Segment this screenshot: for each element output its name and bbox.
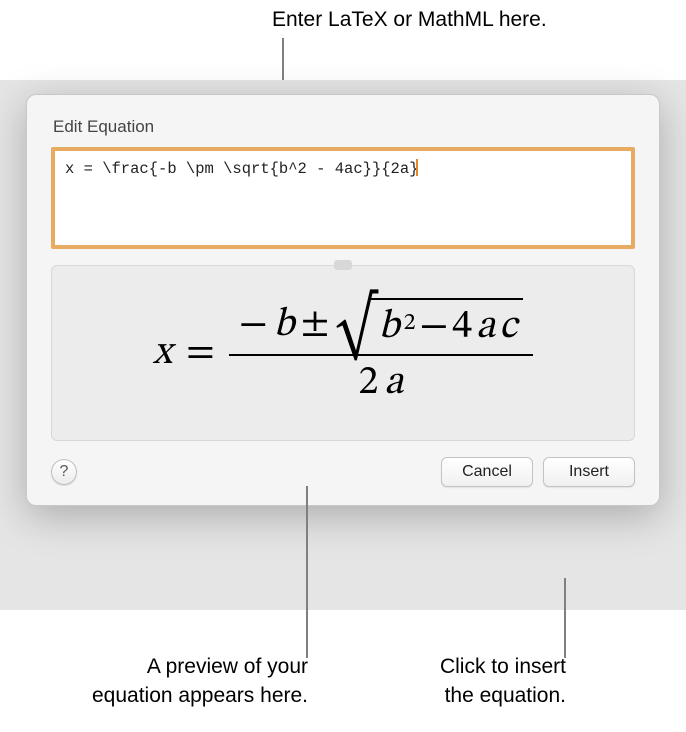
eq-den-a: a (384, 358, 403, 408)
eq-den-two: 2 (358, 358, 378, 408)
equation-input[interactable]: x = \frac{-b \pm \sqrt{b^2 - 4ac}}{2a} (51, 147, 635, 249)
eq-pm: ± (301, 300, 330, 350)
callout-preview: A preview of yourequation appears here. (68, 653, 308, 710)
eq-equals: = (186, 328, 215, 378)
callout-input: Enter LaTeX or MathML here. (272, 6, 547, 34)
equation-input-text: x = \frac{-b \pm \sqrt{b^2 - 4ac}}{2a} (65, 160, 418, 178)
eq-minus2: − (419, 302, 448, 352)
eq-b1: b (274, 300, 295, 350)
eq-c: c (499, 302, 517, 352)
eq-b2: b (379, 302, 400, 352)
eq-minus: − (239, 300, 268, 350)
help-button[interactable]: ? (51, 459, 77, 485)
eq-a1: a (476, 302, 495, 352)
text-caret (416, 159, 418, 176)
equation-preview: x = − b ± √ b2 − (51, 265, 635, 441)
eq-lhs: x (153, 328, 172, 378)
dialog-title: Edit Equation (53, 117, 635, 137)
eq-four: 4 (452, 302, 472, 352)
preview-notch (334, 260, 352, 270)
help-icon: ? (60, 463, 69, 481)
cancel-button[interactable]: Cancel (441, 457, 533, 487)
callout-insert: Click to insertthe equation. (376, 653, 566, 710)
eq-sup2: 2 (404, 308, 416, 338)
edit-equation-dialog: Edit Equation x = \frac{-b \pm \sqrt{b^2… (26, 94, 660, 506)
radical-icon: √ (335, 308, 376, 350)
insert-button[interactable]: Insert (543, 457, 635, 487)
dialog-footer: ? Cancel Insert (51, 457, 635, 487)
eq-sqrt: √ b2 − 4 a c (335, 298, 523, 352)
eq-fraction: − b ± √ b2 − 4 a c (229, 296, 533, 410)
rendered-equation: x = − b ± √ b2 − (153, 296, 533, 410)
